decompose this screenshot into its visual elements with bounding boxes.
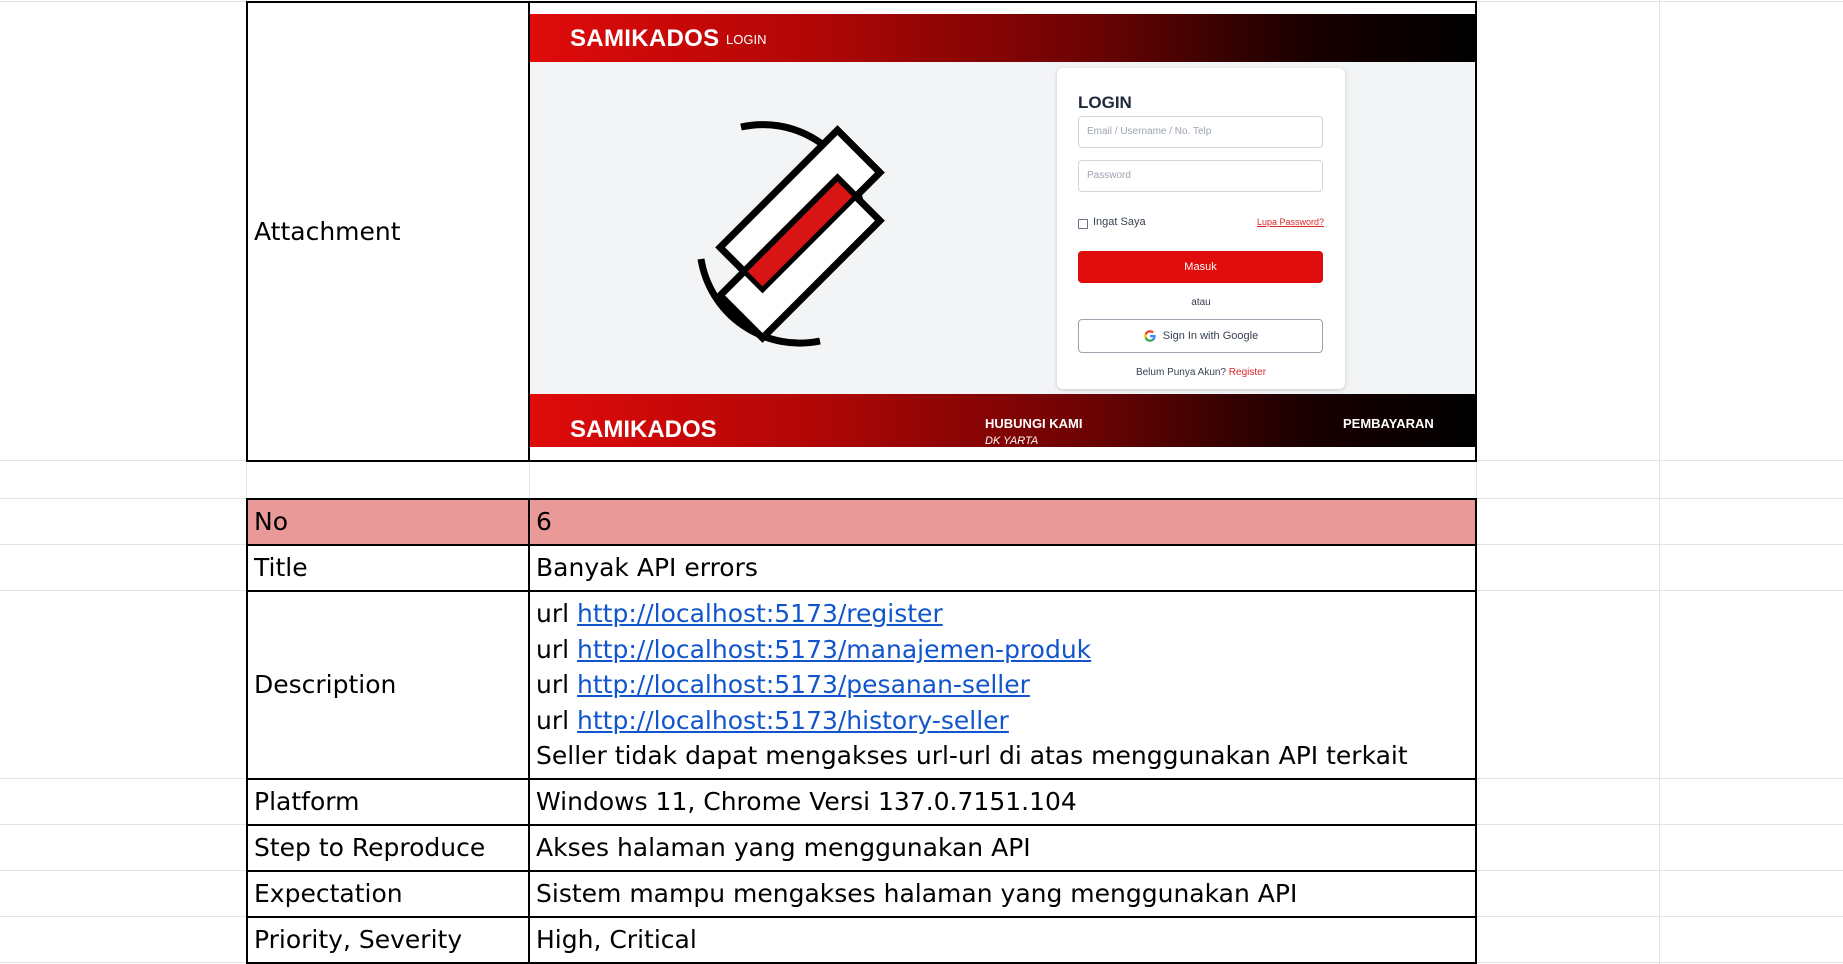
platform-label: Platform <box>254 787 360 816</box>
login-card-title: LOGIN <box>1078 93 1132 112</box>
google-icon <box>1143 330 1156 342</box>
footer-payment-heading: PEMBAYARAN <box>1343 416 1434 431</box>
expectation-value: Sistem mampu mengakses halaman yang meng… <box>536 879 1298 908</box>
url-prefix: url <box>536 634 570 664</box>
remember-checkbox <box>1078 219 1088 229</box>
no-value-cell[interactable]: 6 <box>528 498 1477 546</box>
username-input: Email / Username / No. Telp <box>1078 116 1323 148</box>
register-link: Register <box>1228 367 1267 378</box>
expectation-label: Expectation <box>254 879 403 908</box>
google-signin-button: Sign In with Google <box>1078 319 1323 353</box>
attachment-label: Attachment <box>254 216 401 246</box>
no-value: 6 <box>536 507 552 536</box>
expectation-label-cell[interactable]: Expectation <box>246 870 530 918</box>
samikados-logo-icon <box>697 121 885 347</box>
priority-value-cell[interactable]: High, Critical <box>528 916 1477 964</box>
step-value-cell[interactable]: Akses halaman yang menggunakan API <box>528 824 1477 872</box>
title-value: Banyak API errors <box>536 553 758 582</box>
manajemen-produk-url-link[interactable]: http://localhost:5173/manajemen-produk <box>577 635 1091 664</box>
description-value-cell[interactable]: url http://localhost:5173/register url h… <box>528 590 1477 780</box>
step-value: Akses halaman yang menggunakan API <box>536 833 1031 862</box>
priority-label: Priority, Severity <box>254 925 463 954</box>
remember-label: Ingat Saya <box>1093 216 1146 228</box>
priority-label-cell[interactable]: Priority, Severity <box>246 916 530 964</box>
platform-value-cell[interactable]: Windows 11, Chrome Versi 137.0.7151.104 <box>528 778 1477 826</box>
password-input: Password <box>1078 160 1323 192</box>
attachment-screenshot: SAMIKADOS LOGIN LOGIN Email / Username /… <box>530 14 1475 447</box>
url-prefix: url <box>536 705 570 735</box>
register-url-link[interactable]: http://localhost:5173/register <box>577 599 943 628</box>
title-label-cell[interactable]: Title <box>246 544 530 592</box>
screenshot-topbar: SAMIKADOS LOGIN <box>530 14 1475 62</box>
history-seller-url-link[interactable]: http://localhost:5173/history-seller <box>577 706 1009 735</box>
footer-contact-heading: HUBUNGI KAMI <box>985 416 1083 431</box>
description-label: Description <box>254 670 397 699</box>
footer-city: DK YARTA <box>985 435 1039 447</box>
no-label: No <box>254 507 288 536</box>
screenshot-brand: SAMIKADOS <box>570 25 720 52</box>
no-account-label: Belum Punya Akun? <box>1135 367 1227 378</box>
description-url-line: url http://localhost:5173/register <box>536 596 943 632</box>
step-label: Step to Reproduce <box>254 833 486 862</box>
no-account-text: Belum Punya Akun? Register <box>1057 367 1345 378</box>
screenshot-nav-login: LOGIN <box>726 32 767 47</box>
forgot-password-link: Lupa Password? <box>1256 217 1324 227</box>
platform-value: Windows 11, Chrome Versi 137.0.7151.104 <box>536 787 1077 816</box>
gridline <box>1659 0 1660 964</box>
priority-value: High, Critical <box>536 925 697 954</box>
divider-text: atau <box>1191 297 1211 308</box>
description-url-line: url http://localhost:5173/history-seller <box>536 703 1009 739</box>
attachment-label-cell[interactable]: Attachment <box>246 1 530 462</box>
screenshot-footer: SAMIKADOS HUBUNGI KAMI DK YARTA PEMBAYAR… <box>530 394 1475 447</box>
platform-label-cell[interactable]: Platform <box>246 778 530 826</box>
no-label-cell[interactable]: No <box>246 498 530 546</box>
title-value-cell[interactable]: Banyak API errors <box>528 544 1477 592</box>
title-label: Title <box>254 553 308 582</box>
description-summary: Seller tidak dapat mengakses url-url di … <box>536 741 1408 771</box>
masuk-button: Masuk <box>1078 251 1323 283</box>
pesanan-seller-url-link[interactable]: http://localhost:5173/pesanan-seller <box>577 670 1030 699</box>
description-url-line: url http://localhost:5173/manajemen-prod… <box>536 632 1091 668</box>
login-card: LOGIN Email / Username / No. Telp Passwo… <box>1057 68 1345 389</box>
footer-brand: SAMIKADOS <box>570 416 717 443</box>
url-prefix: url <box>536 670 570 700</box>
expectation-value-cell[interactable]: Sistem mampu mengakses halaman yang meng… <box>528 870 1477 918</box>
description-url-line: url http://localhost:5173/pesanan-seller <box>536 667 1030 703</box>
step-label-cell[interactable]: Step to Reproduce <box>246 824 530 872</box>
url-prefix: url <box>536 599 570 629</box>
description-label-cell[interactable]: Description <box>246 590 530 780</box>
google-signin-label: Sign In with Google <box>1162 330 1259 342</box>
